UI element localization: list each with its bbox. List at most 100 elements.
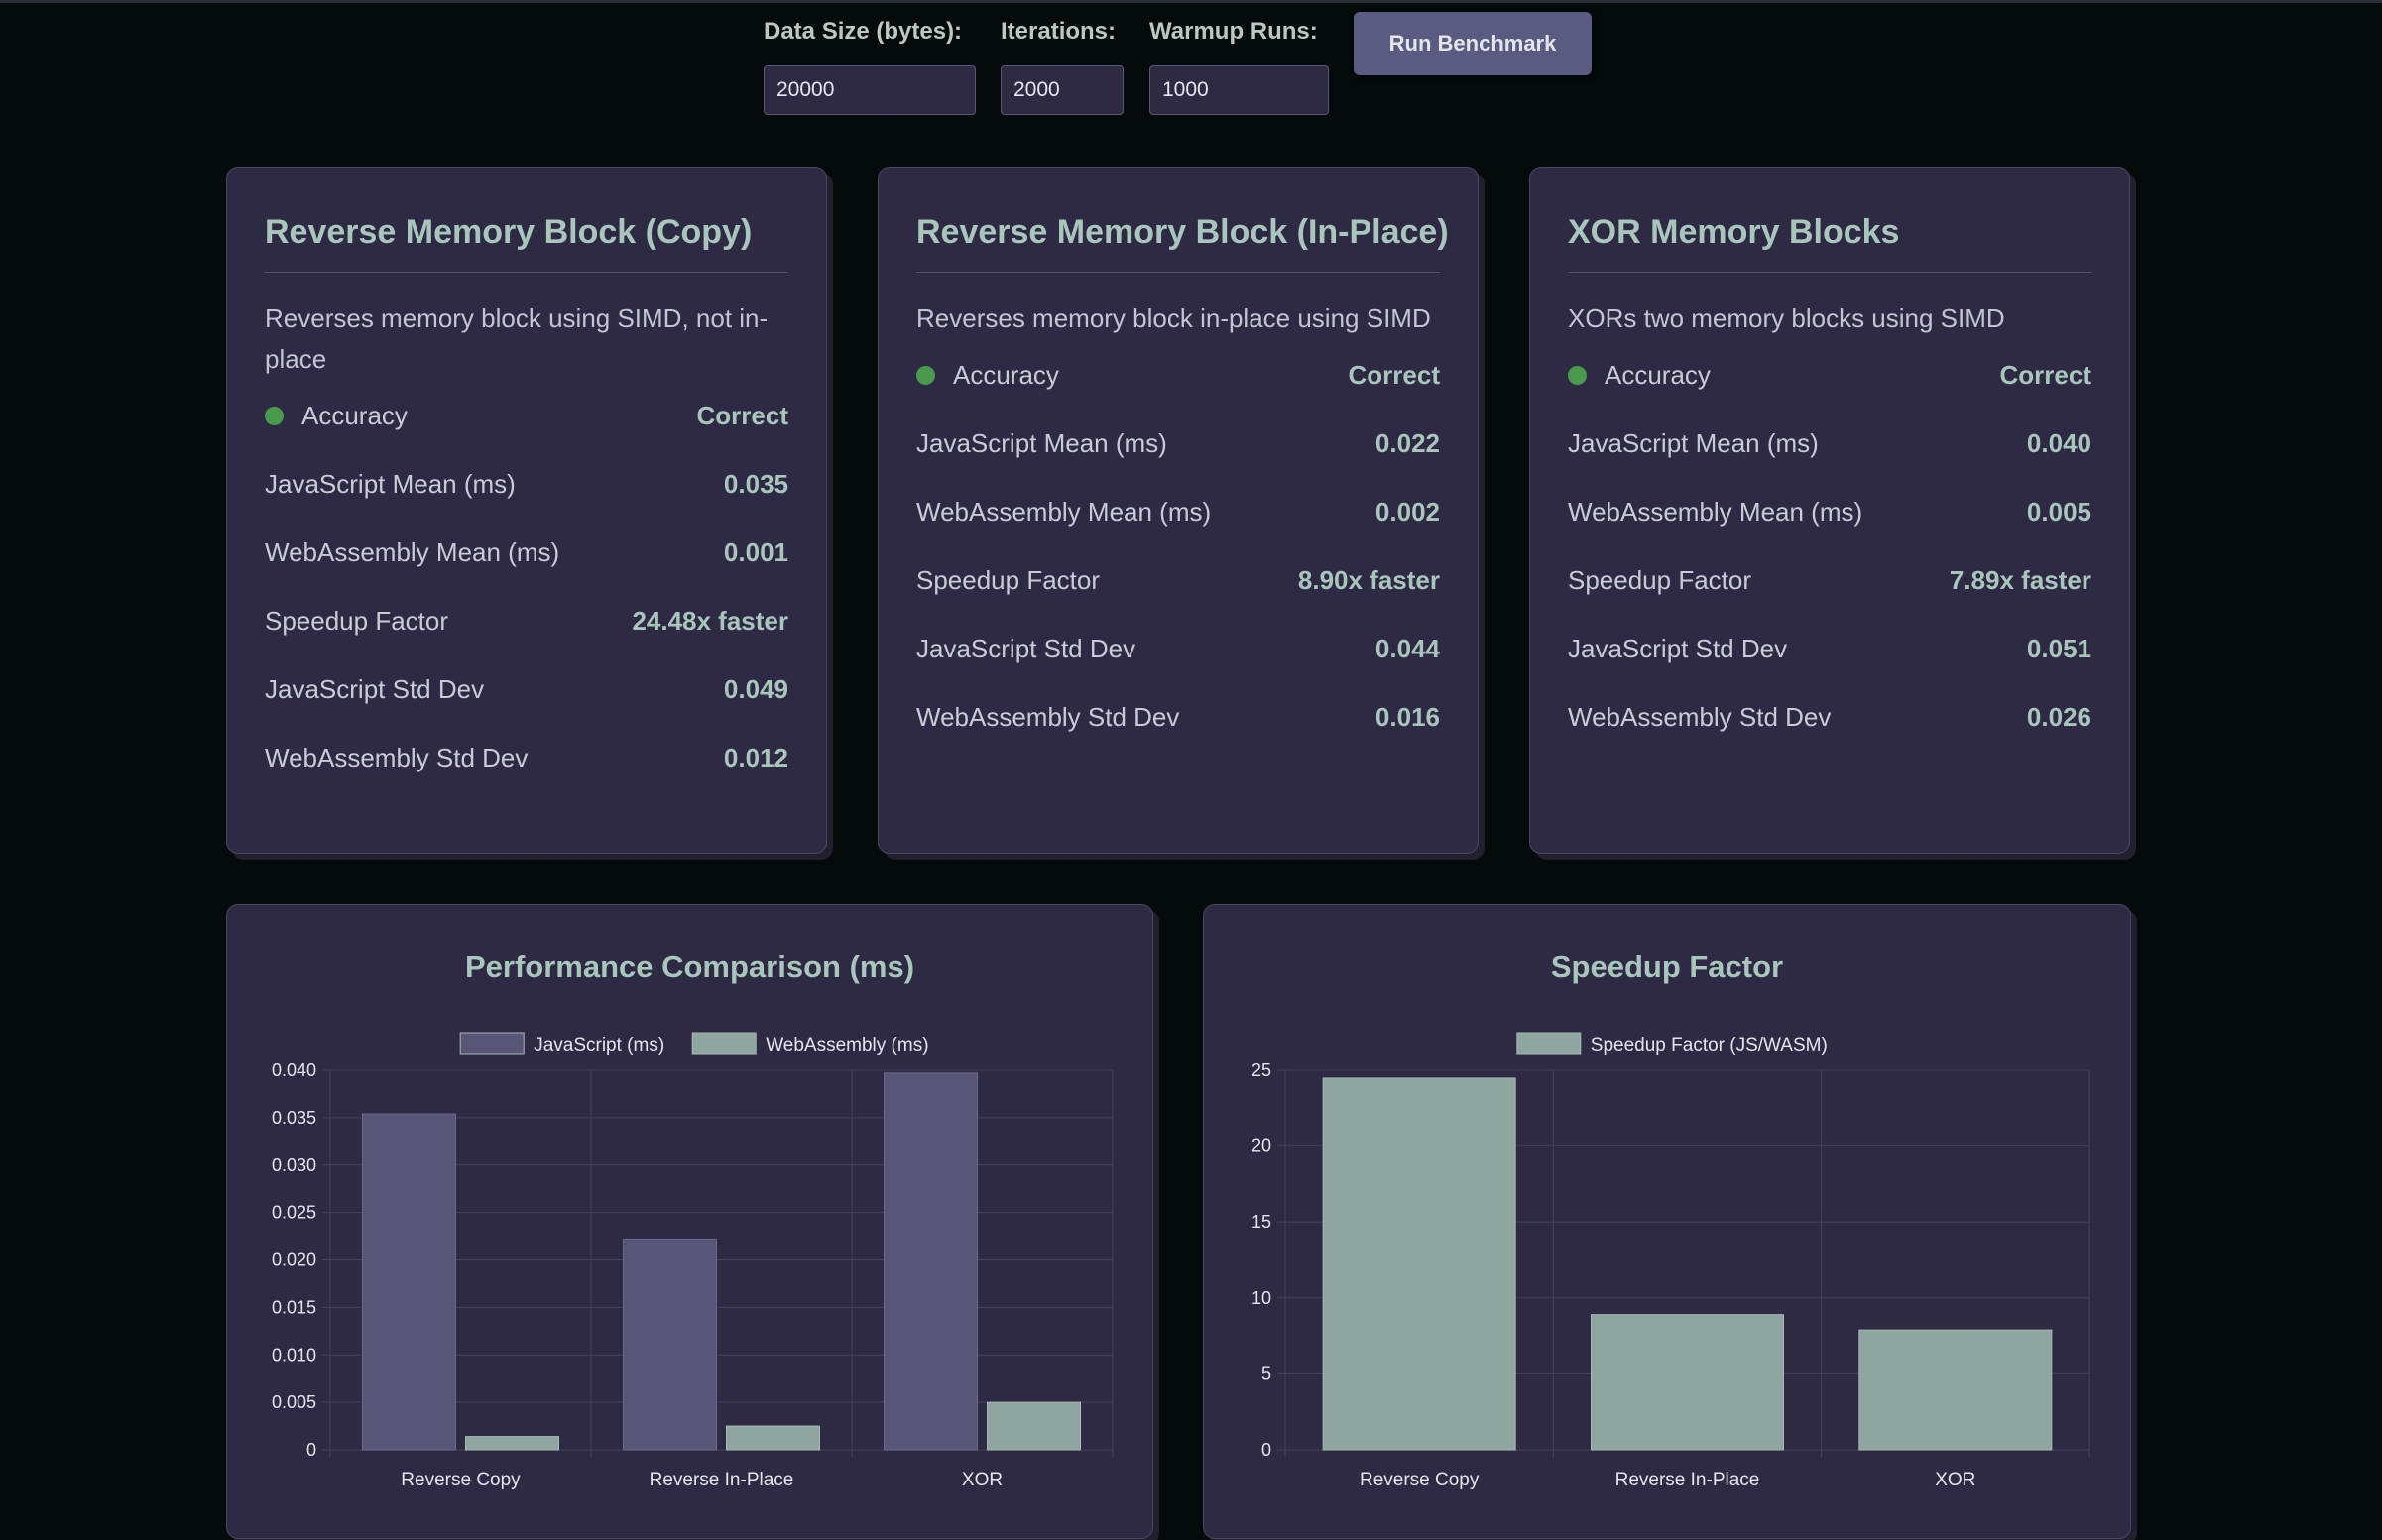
- bar: [1322, 1077, 1516, 1451]
- x-tick-label: XOR: [962, 1470, 1003, 1490]
- js-mean-label: JavaScript Mean (ms): [1568, 428, 1819, 458]
- data-size-input[interactable]: [764, 65, 976, 115]
- js-mean-row: JavaScript Mean (ms) 0.022: [916, 410, 1440, 478]
- legend-label: WebAssembly (ms): [766, 1035, 928, 1056]
- iterations-label: Iterations:: [1001, 18, 1117, 45]
- accuracy-value: Correct: [1999, 360, 2091, 390]
- speedup-value: 8.90x faster: [1297, 565, 1440, 595]
- legend-label: Speedup Factor (JS/WASM): [1591, 1035, 1828, 1056]
- js-std-label: JavaScript Std Dev: [1568, 634, 1788, 663]
- y-tick-label: 0.040: [272, 1060, 316, 1080]
- accuracy-row: Accuracy Correct: [916, 341, 1440, 410]
- y-tick-label: 0: [1261, 1440, 1271, 1460]
- y-tick-label: 10: [1251, 1288, 1271, 1308]
- y-tick-label: 0.035: [272, 1108, 316, 1127]
- performance-chart-panel: Performance Comparison (ms) 0 0.005 0.010 0…: [226, 904, 1153, 1539]
- bar: [465, 1436, 559, 1451]
- js-std-value: 0.044: [1374, 634, 1440, 663]
- js-mean-label: JavaScript Mean (ms): [916, 428, 1167, 458]
- wasm-std-label: WebAssembly Std Dev: [265, 743, 529, 772]
- bar: [884, 1072, 978, 1451]
- speedup-label: Speedup Factor: [1568, 565, 1752, 595]
- wasm-mean-row: WebAssembly Mean (ms) 0.001: [265, 519, 788, 587]
- x-tick-label: Reverse In-Place: [1615, 1470, 1760, 1490]
- y-tick-label: 25: [1251, 1060, 1271, 1080]
- accuracy-row: Accuracy Correct: [265, 382, 788, 450]
- wasm-mean-label: WebAssembly Mean (ms): [265, 537, 560, 567]
- y-tick-label: 0.025: [272, 1203, 316, 1223]
- wasm-mean-label: WebAssembly Mean (ms): [1568, 497, 1863, 527]
- accuracy-label: Accuracy: [301, 401, 408, 430]
- accuracy-value: Correct: [696, 401, 788, 430]
- accuracy-row: Accuracy Correct: [1568, 341, 2091, 410]
- legend-swatch: [1516, 1032, 1582, 1055]
- x-tick-label: Reverse In-Place: [650, 1470, 794, 1490]
- card-xor: XOR Memory Blocks XORs two memory blocks…: [1529, 167, 2130, 854]
- js-std-row: JavaScript Std Dev 0.044: [916, 615, 1440, 683]
- run-benchmark-button[interactable]: Run Benchmark: [1354, 12, 1592, 75]
- y-tick-label: 0: [306, 1440, 316, 1460]
- status-dot-icon: [916, 366, 935, 385]
- card-description: Reverses memory block using SIMD, not in…: [265, 303, 769, 374]
- js-mean-row: JavaScript Mean (ms) 0.035: [265, 450, 788, 519]
- wasm-std-row: WebAssembly Std Dev 0.026: [1568, 683, 2091, 752]
- accuracy-value: Correct: [1348, 360, 1440, 390]
- wasm-mean-value: 0.005: [2026, 497, 2091, 527]
- x-tick-label: Reverse Copy: [1360, 1470, 1480, 1490]
- wasm-std-value: 0.026: [2026, 702, 2091, 732]
- js-std-row: JavaScript Std Dev 0.049: [265, 655, 788, 724]
- wasm-mean-value: 0.002: [1374, 497, 1440, 527]
- y-tick-label: 20: [1251, 1136, 1271, 1156]
- legend-swatch: [691, 1032, 757, 1055]
- card-reverse-in-place: Reverse Memory Block (In-Place) Reverses…: [878, 167, 1479, 854]
- js-std-value: 0.049: [723, 674, 788, 704]
- card-description: Reverses memory block in-place using SIM…: [916, 303, 1431, 333]
- x-tick-label: XOR: [1935, 1470, 1975, 1490]
- js-mean-value: 0.040: [2026, 428, 2091, 458]
- speedup-value: 24.48x faster: [632, 606, 788, 636]
- js-mean-label: JavaScript Mean (ms): [265, 469, 516, 499]
- y-tick-label: 0.020: [272, 1250, 316, 1270]
- y-tick-label: 0.010: [272, 1345, 316, 1364]
- wasm-std-label: WebAssembly Std Dev: [1568, 702, 1832, 732]
- y-tick-label: 5: [1261, 1363, 1271, 1383]
- js-mean-row: JavaScript Mean (ms) 0.040: [1568, 410, 2091, 478]
- js-std-row: JavaScript Std Dev 0.051: [1568, 615, 2091, 683]
- y-tick-label: 0.030: [272, 1155, 316, 1175]
- bar: [1591, 1314, 1784, 1451]
- js-std-label: JavaScript Std Dev: [265, 674, 485, 704]
- speedup-row: Speedup Factor 24.48x faster: [265, 587, 788, 655]
- x-tick-label: Reverse Copy: [401, 1470, 521, 1490]
- card-description: XORs two memory blocks using SIMD: [1568, 303, 2005, 333]
- speedup-row: Speedup Factor 7.89x faster: [1568, 546, 2091, 615]
- legend-swatch: [459, 1032, 525, 1055]
- speedup-factor-chart: 0 5 10 15 20 25 Reverse Copy Reverse In-Place XO…: [1251, 1032, 2090, 1490]
- iterations-input[interactable]: [1001, 65, 1124, 115]
- wasm-mean-label: WebAssembly Mean (ms): [916, 497, 1212, 527]
- card-title: XOR Memory Blocks: [1568, 213, 2091, 273]
- wasm-std-row: WebAssembly Std Dev 0.012: [265, 724, 788, 792]
- bar: [362, 1113, 456, 1451]
- wasm-mean-row: WebAssembly Mean (ms) 0.002: [916, 478, 1440, 546]
- benchmark-controls: Data Size (bytes): Iterations: Warmup Ru…: [0, 0, 2382, 129]
- status-dot-icon: [265, 407, 284, 425]
- wasm-mean-value: 0.001: [723, 537, 788, 567]
- warmup-runs-label: Warmup Runs:: [1149, 18, 1318, 45]
- warmup-runs-input[interactable]: [1149, 65, 1329, 115]
- js-std-value: 0.051: [2026, 634, 2091, 663]
- y-tick-label: 15: [1251, 1212, 1271, 1232]
- y-tick-label: 0.015: [272, 1297, 316, 1317]
- bar: [726, 1425, 820, 1451]
- accuracy-label: Accuracy: [953, 360, 1059, 390]
- speedup-value: 7.89x faster: [1949, 565, 2091, 595]
- accuracy-label: Accuracy: [1605, 360, 1711, 390]
- bar: [1858, 1329, 2053, 1451]
- js-mean-value: 0.022: [1374, 428, 1440, 458]
- wasm-mean-row: WebAssembly Mean (ms) 0.005: [1568, 478, 2091, 546]
- card-title: Reverse Memory Block (In-Place): [916, 213, 1449, 273]
- y-tick-label: 0.005: [272, 1392, 316, 1412]
- wasm-std-row: WebAssembly Std Dev 0.016: [916, 683, 1440, 752]
- data-size-label: Data Size (bytes):: [764, 18, 963, 45]
- card-title: Reverse Memory Block (Copy): [265, 213, 788, 273]
- bar: [987, 1401, 1081, 1451]
